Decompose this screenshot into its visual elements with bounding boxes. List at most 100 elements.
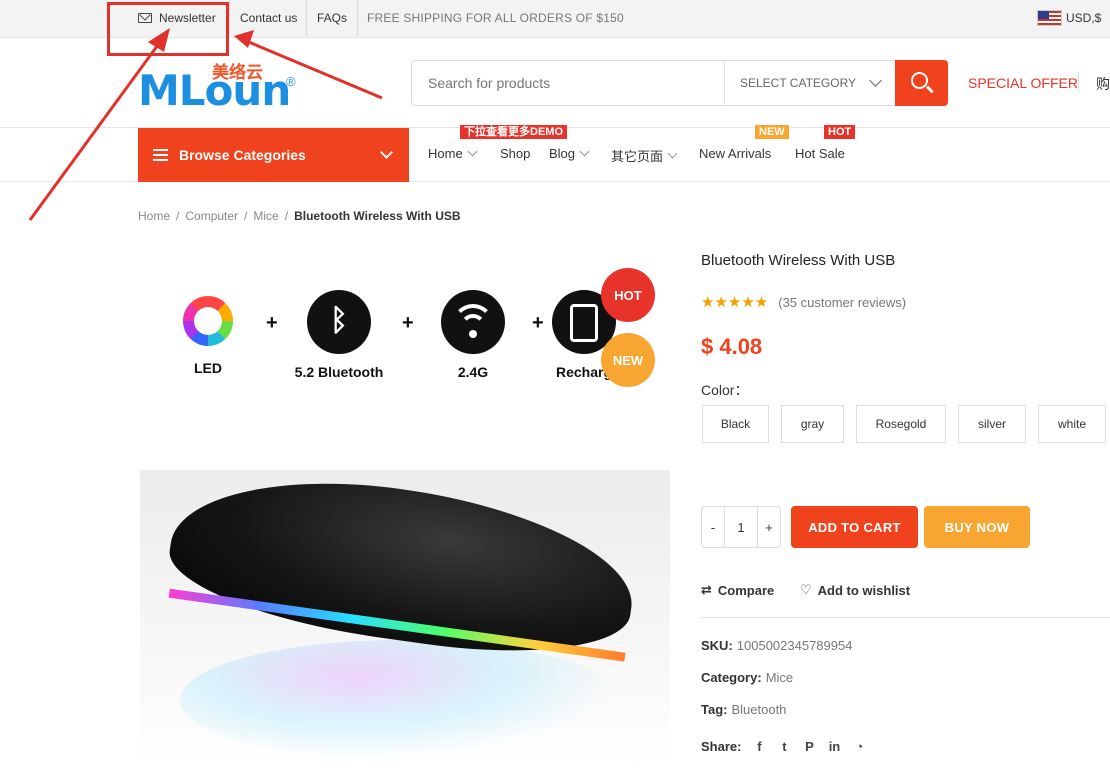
color-option-gray[interactable]: gray <box>781 405 844 443</box>
whatsapp-icon[interactable]: ◔ <box>851 738 867 754</box>
color-label: Color： <box>701 382 749 398</box>
quantity-stepper: - 1 + <box>701 506 781 548</box>
chevron-down-icon <box>380 146 393 159</box>
breadcrumb-home[interactable]: Home <box>138 209 170 223</box>
logo[interactable]: MLoun 美络云 ® <box>138 58 308 115</box>
menu-icon <box>153 149 168 161</box>
nav-hot-sale-label: Hot Sale <box>795 146 845 161</box>
qty-increase-button[interactable]: + <box>758 507 780 547</box>
feature-bluetooth-label: 5.2 Bluetooth <box>294 364 384 380</box>
share-label: Share: <box>701 738 742 754</box>
search-bar: SELECT CATEGORY <box>411 60 948 106</box>
logo-cn: 美络云 <box>212 63 263 82</box>
demo-badge: 下拉查看更多DEMO <box>460 125 567 139</box>
divider <box>306 0 307 36</box>
nav-other-pages-label: 其它页面 <box>611 149 664 164</box>
breadcrumb-separator: / <box>176 209 180 223</box>
search-input[interactable] <box>412 61 724 105</box>
nav-hot-sale[interactable]: Hot Sale <box>795 146 845 161</box>
divider <box>357 0 358 36</box>
sku-label: SKU: <box>701 638 733 653</box>
facebook-icon[interactable]: f <box>751 738 767 754</box>
search-button[interactable] <box>895 60 948 106</box>
color-option-white[interactable]: white <box>1038 405 1106 443</box>
currency-selector[interactable]: USD,$ <box>1037 0 1101 36</box>
product-image[interactable] <box>140 470 670 768</box>
special-offer-link[interactable]: SPECIAL OFFER <box>968 75 1078 91</box>
breadcrumb: Home / Computer / Mice / Bluetooth Wirel… <box>138 209 461 223</box>
bluetooth-icon: ᛒ <box>307 290 371 354</box>
wifi-icon <box>441 290 505 354</box>
faqs-link[interactable]: FAQs <box>317 0 347 36</box>
new-badge: NEW <box>755 125 789 139</box>
wishlist-button[interactable]: ♡ Add to wishlist <box>800 582 910 598</box>
chevron-down-icon <box>667 148 678 159</box>
twitter-icon[interactable]: t <box>776 738 792 754</box>
color-option-silver[interactable]: silver <box>958 405 1026 443</box>
mouse-reflection <box>180 640 620 760</box>
product-title: Bluetooth Wireless With USB <box>701 252 896 269</box>
tag-row: Tag: Bluetooth <box>701 702 786 717</box>
nav-blog[interactable]: Blog <box>549 146 590 161</box>
hot-badge: HOT <box>824 125 856 139</box>
compare-button[interactable]: ⇄ Compare <box>701 582 774 598</box>
logo-registered: ® <box>286 74 296 89</box>
heart-icon: ♡ <box>800 582 812 597</box>
buy-now-button[interactable]: BUY NOW <box>924 506 1030 548</box>
nav-blog-label: Blog <box>549 146 576 161</box>
pinterest-icon[interactable]: P <box>801 738 817 754</box>
breadcrumb-current: Bluetooth Wireless With USB <box>294 209 461 223</box>
currency-label: USD,$ <box>1066 11 1102 25</box>
breadcrumb-separator: / <box>284 209 289 223</box>
plus-icon: + <box>532 312 544 334</box>
cart-link[interactable]: 购 <box>1096 74 1110 94</box>
nav-home-label: Home <box>428 146 463 161</box>
nav-new-arrivals-label: New Arrivals <box>699 146 772 161</box>
breadcrumb-mice[interactable]: Mice <box>253 209 278 223</box>
annotation-highlight-box <box>107 2 229 56</box>
led-icon <box>183 296 233 346</box>
nav-shop[interactable]: Shop <box>500 146 530 161</box>
browse-categories-button[interactable]: Browse Categories <box>138 128 409 182</box>
nav-other-pages[interactable]: 其它页面 <box>611 146 678 165</box>
add-to-cart-button[interactable]: ADD TO CART <box>791 506 918 548</box>
nav-home[interactable]: Home <box>428 146 478 161</box>
category-select-label: SELECT CATEGORY <box>740 76 857 90</box>
compare-label: Compare <box>717 582 775 598</box>
shuffle-icon: ⇄ <box>701 582 712 597</box>
chevron-down-icon <box>467 146 478 157</box>
product-price: $ 4.08 <box>701 334 763 359</box>
share-row: Share: f t P in ◔ <box>701 738 876 754</box>
search-icon <box>911 72 928 89</box>
contact-link[interactable]: Contact us <box>240 0 297 36</box>
color-option-black[interactable]: Black <box>702 405 769 443</box>
category-select[interactable]: SELECT CATEGORY <box>724 61 896 105</box>
new-badge: NEW <box>601 333 655 387</box>
qty-decrease-button[interactable]: - <box>702 507 724 547</box>
star-rating-icon: ★★★★★ <box>701 294 769 311</box>
feature-24g: 2.4G <box>436 290 510 380</box>
main-nav: Browse Categories Home 下拉查看更多DEMO Shop B… <box>0 125 1110 182</box>
browse-label: Browse Categories <box>179 147 306 163</box>
us-flag-icon <box>1037 10 1062 26</box>
chevron-down-icon <box>579 146 590 157</box>
nav-new-arrivals[interactable]: New Arrivals <box>699 146 771 161</box>
tag-label: Tag: <box>701 702 728 717</box>
hot-badge: HOT <box>601 268 655 322</box>
color-option-rosegold[interactable]: Rosegold <box>856 405 946 443</box>
nav-shop-label: Shop <box>500 146 531 161</box>
feature-led-label: LED <box>194 360 222 376</box>
category-link[interactable]: Mice <box>766 670 793 685</box>
breadcrumb-computer[interactable]: Computer <box>185 209 238 223</box>
breadcrumb-separator: / <box>244 209 248 223</box>
feature-icons: LED + ᛒ 5.2 Bluetooth + 2.4G + Recharg <box>160 290 660 390</box>
divider <box>701 617 1110 618</box>
reviews-link[interactable]: (35 customer reviews) <box>778 295 906 310</box>
tag-link[interactable]: Bluetooth <box>731 702 786 717</box>
qty-input[interactable]: 1 <box>724 507 758 547</box>
wishlist-label: Add to wishlist <box>817 582 911 598</box>
shipping-notice: FREE SHIPPING FOR ALL ORDERS OF $150 <box>367 11 624 25</box>
linkedin-icon[interactable]: in <box>826 738 842 754</box>
category-row: Category: Mice <box>701 670 793 685</box>
feature-bluetooth: ᛒ 5.2 Bluetooth <box>284 290 394 380</box>
